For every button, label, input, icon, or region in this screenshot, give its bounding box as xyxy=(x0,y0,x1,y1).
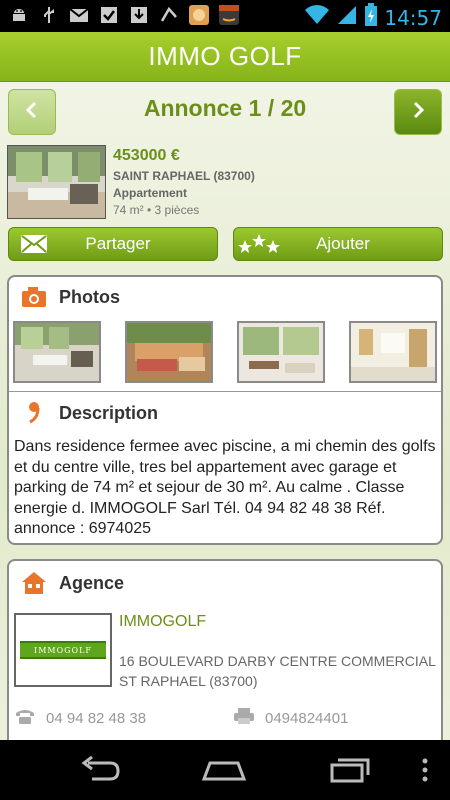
listing-counter: Annonce 1 / 20 xyxy=(143,95,307,121)
agency-title: Agence xyxy=(59,572,125,593)
task-check-icon xyxy=(98,4,120,26)
gmail-icon xyxy=(68,4,90,26)
add-button-label: Ajouter xyxy=(316,234,370,253)
listing-main-photo[interactable] xyxy=(7,145,106,219)
home-icon[interactable] xyxy=(200,755,248,790)
share-button-label: Partager xyxy=(85,234,151,253)
camera-icon xyxy=(9,286,59,308)
gallery-photo[interactable] xyxy=(125,321,213,383)
listing-price: 453000 € xyxy=(113,147,180,164)
recent-apps-icon[interactable] xyxy=(328,755,372,790)
stars-icon xyxy=(234,232,284,256)
section-divider xyxy=(9,391,441,392)
photo-gallery xyxy=(13,321,437,383)
agency-name: IMMOGOLF xyxy=(119,613,207,630)
battery-charging-icon xyxy=(364,3,378,32)
listing-size: 74 m² • 3 pièces xyxy=(113,203,200,217)
overflow-menu-icon[interactable] xyxy=(420,755,430,790)
gallery-photo[interactable] xyxy=(237,321,325,383)
back-icon[interactable] xyxy=(78,755,122,790)
agency-logo: IMMOGOLF xyxy=(14,613,112,687)
photos-header: Photos xyxy=(9,277,441,317)
system-navigation-bar xyxy=(0,740,450,800)
photos-title: Photos xyxy=(59,286,120,307)
listing-type: Appartement xyxy=(113,186,188,200)
chevron-left-icon xyxy=(24,100,40,125)
description-header: Description xyxy=(9,393,441,433)
description-title: Description xyxy=(59,402,159,423)
agency-phone-number: 04 94 82 48 38 xyxy=(46,709,147,727)
envelope-icon xyxy=(9,233,59,255)
phone-icon xyxy=(14,707,36,729)
house-icon xyxy=(9,570,59,596)
agency-phone[interactable]: 04 94 82 48 38 xyxy=(14,707,146,729)
gallery-photo[interactable] xyxy=(13,321,101,383)
share-button[interactable]: Partager xyxy=(8,227,218,261)
usb-icon xyxy=(38,4,60,26)
listing-city: SAINT RAPHAEL (83700) xyxy=(113,169,255,183)
chevron-right-icon xyxy=(410,100,426,125)
signal-icon xyxy=(336,4,358,31)
app-title: IMMO GOLF xyxy=(0,32,450,82)
android-debug-icon xyxy=(8,4,30,26)
add-favorite-button[interactable]: Ajouter xyxy=(233,227,443,261)
avatar-app-icon xyxy=(188,4,210,26)
fax-icon xyxy=(233,707,255,729)
system-indicators: 14:57 xyxy=(304,3,442,32)
agency-header: Agence xyxy=(9,563,441,603)
agency-card: Agence IMMOGOLF IMMOGOLF 16 BOULEVARD DA… xyxy=(7,559,443,759)
wifi-icon xyxy=(304,4,330,31)
gallery-photo[interactable] xyxy=(349,321,437,383)
amazon-icon xyxy=(218,4,240,26)
next-listing-button[interactable] xyxy=(394,89,442,135)
agency-fax-number: 0494824401 xyxy=(265,709,349,727)
photos-description-card: Photos Description Dans residence fermee… xyxy=(7,275,443,545)
quote-icon xyxy=(9,400,59,426)
description-text: Dans residence fermee avec piscine, a mi… xyxy=(14,438,436,537)
notification-icons xyxy=(8,4,240,26)
agency-fax[interactable]: 0494824401 xyxy=(233,707,348,729)
status-bar: 14:57 xyxy=(0,0,450,32)
music-icon xyxy=(158,4,180,26)
clock: 14:57 xyxy=(384,5,442,30)
download-icon xyxy=(128,4,150,26)
previous-listing-button[interactable] xyxy=(8,89,56,135)
agency-address: 16 BOULEVARD DARBY CENTRE COMMERCIAL ST … xyxy=(119,653,436,689)
